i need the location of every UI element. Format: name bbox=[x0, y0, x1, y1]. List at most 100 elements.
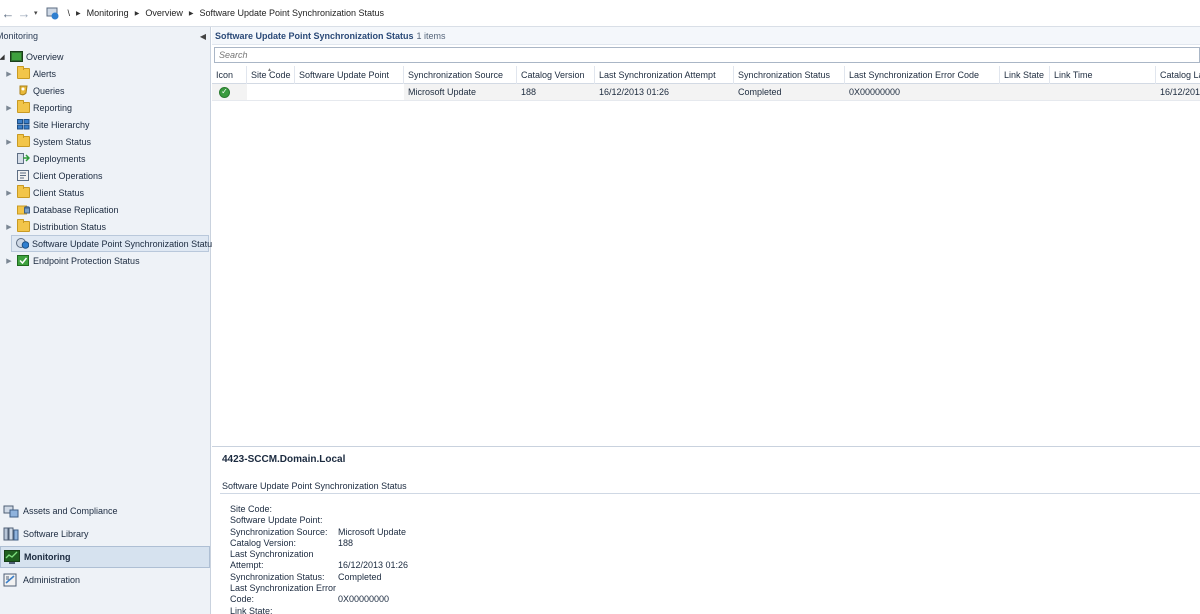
back-arrow-icon[interactable]: ← bbox=[0, 5, 16, 21]
breadcrumb-monitoring[interactable]: Monitoring bbox=[87, 8, 129, 18]
breadcrumb-separator-icon[interactable]: ▶ bbox=[135, 10, 140, 17]
property-value: 16/12/2013 01:26 bbox=[338, 560, 409, 571]
tree-item-label: Client Status bbox=[33, 187, 85, 198]
expand-arrow-icon[interactable]: ▶ bbox=[5, 70, 13, 78]
console-root-icon bbox=[46, 6, 60, 20]
property-value bbox=[338, 606, 530, 614]
breadcrumb: \ ▶ Monitoring ▶ Overview ▶ Software Upd… bbox=[64, 8, 385, 18]
tree-item-distribution-status[interactable]: ▶ Distribution Status bbox=[0, 218, 210, 235]
details-section-title: Software Update Point Synchronization St… bbox=[222, 481, 407, 491]
tree-item-overview[interactable]: ◢ Overview bbox=[0, 48, 210, 65]
expand-arrow-icon[interactable]: ▶ bbox=[5, 104, 13, 112]
navigation-pane-header: Monitoring ◀ bbox=[0, 27, 210, 45]
property-synchronization-source: Synchronization Source: Microsoft Update bbox=[230, 527, 530, 538]
table-row[interactable]: ✓ Microsoft Update 188 16/12/2013 01:26 … bbox=[212, 84, 1200, 101]
property-label-line: Last Synchronization Error bbox=[230, 583, 337, 594]
property-label: Last Synchronization Attempt: bbox=[230, 549, 338, 572]
queries-icon bbox=[17, 85, 30, 96]
cell-software-update-point bbox=[295, 84, 404, 100]
search-input[interactable] bbox=[219, 50, 1199, 60]
administration-icon bbox=[3, 573, 19, 587]
column-header-software-update-point[interactable]: Software Update Point bbox=[295, 66, 404, 84]
expand-arrow-icon[interactable]: ▶ bbox=[5, 223, 13, 231]
results-header: Software Update Point Synchronization St… bbox=[212, 27, 1200, 45]
workspace-label: Software Library bbox=[23, 529, 89, 539]
software-library-icon bbox=[3, 527, 19, 541]
breadcrumb-root[interactable]: \ bbox=[68, 8, 71, 18]
sort-ascending-icon: ▲ bbox=[267, 67, 272, 73]
details-host-title: 4423-SCCM.Domain.Local bbox=[222, 454, 346, 465]
cell-last-sync-attempt: 16/12/2013 01:26 bbox=[599, 87, 670, 97]
search-box[interactable] bbox=[214, 47, 1200, 63]
property-sync-status: Synchronization Status: Completed bbox=[230, 572, 530, 583]
breadcrumb-sup-sync-status[interactable]: Software Update Point Synchronization St… bbox=[199, 8, 384, 18]
expand-arrow-icon[interactable]: ◢ bbox=[0, 53, 6, 61]
tree-item-site-hierarchy[interactable]: Site Hierarchy bbox=[0, 116, 210, 133]
property-label-line: Code: bbox=[230, 594, 255, 605]
forward-arrow-icon[interactable]: → bbox=[16, 5, 32, 21]
column-header-link-time[interactable]: Link Time bbox=[1050, 66, 1156, 84]
tree-item-reporting[interactable]: ▶ Reporting bbox=[0, 99, 210, 116]
tree-item-client-operations[interactable]: Client Operations bbox=[0, 167, 210, 184]
workspace-assets-and-compliance[interactable]: Assets and Compliance bbox=[0, 500, 210, 522]
breadcrumb-separator-icon[interactable]: ▶ bbox=[189, 10, 194, 17]
column-header-catalog-last[interactable]: Catalog La bbox=[1156, 66, 1200, 84]
workspace-software-library[interactable]: Software Library bbox=[0, 523, 210, 545]
tree-item-label: Software Update Point Synchronization St… bbox=[32, 238, 217, 249]
deployments-icon bbox=[17, 153, 31, 164]
column-header-icon[interactable]: Icon bbox=[212, 66, 247, 84]
tree-item-client-status[interactable]: ▶ Client Status bbox=[0, 184, 210, 201]
cell-link-state bbox=[1000, 84, 1050, 100]
property-value: 188 bbox=[338, 537, 354, 548]
folder-icon bbox=[17, 219, 30, 232]
address-bar: ← → ▾ \ ▶ Monitoring ▶ Overview ▶ Softwa… bbox=[0, 0, 1200, 27]
column-header-link-state[interactable]: Link State bbox=[1000, 66, 1050, 84]
tree-item-queries[interactable]: Queries bbox=[0, 82, 210, 99]
workspace-label: Assets and Compliance bbox=[23, 506, 118, 516]
column-header-synchronization-source[interactable]: Synchronization Source bbox=[404, 66, 517, 84]
history-dropdown-icon[interactable]: ▾ bbox=[34, 9, 38, 17]
property-label: Site Code: bbox=[230, 504, 273, 514]
tree-item-label: Queries bbox=[33, 85, 65, 96]
property-value bbox=[338, 515, 530, 526]
property-label: Synchronization Source: bbox=[230, 526, 328, 537]
collapse-pane-icon[interactable]: ◀ bbox=[200, 32, 206, 41]
cell-synchronization-source: Microsoft Update bbox=[408, 87, 477, 97]
tree-item-label: Client Operations bbox=[33, 170, 103, 181]
grid-header: Icon ▲ Site Code Software Update Point Sy… bbox=[212, 66, 1200, 84]
tree-item-deployments[interactable]: Deployments bbox=[0, 150, 210, 167]
folder-icon bbox=[17, 66, 30, 79]
cell-catalog-version: 188 bbox=[521, 87, 537, 97]
tree-item-alerts[interactable]: ▶ Alerts bbox=[0, 65, 210, 82]
property-label: Link State: bbox=[230, 605, 273, 614]
expand-arrow-icon[interactable]: ▶ bbox=[5, 189, 13, 197]
navigation-pane-title: Monitoring bbox=[0, 31, 39, 41]
folder-icon bbox=[17, 134, 30, 147]
breadcrumb-separator-icon[interactable]: ▶ bbox=[76, 10, 81, 17]
workspace-administration[interactable]: Administration bbox=[0, 569, 210, 591]
column-header-last-sync-error-code[interactable]: Last Synchronization Error Code bbox=[845, 66, 1000, 84]
tree-item-label: Database Replication bbox=[33, 204, 119, 215]
property-last-sync-error-code: Last Synchronization Error Code: 0X000000… bbox=[230, 583, 530, 606]
column-header-catalog-version[interactable]: Catalog Version bbox=[517, 66, 595, 84]
tree-item-endpoint-protection-status[interactable]: ▶ Endpoint Protection Status bbox=[0, 252, 210, 269]
column-header-sync-status[interactable]: Synchronization Status bbox=[734, 66, 845, 84]
success-check-icon: ✓ bbox=[219, 86, 230, 98]
workspace-label: Administration bbox=[23, 575, 81, 585]
property-label: Software Update Point: bbox=[230, 515, 323, 526]
client-operations-icon bbox=[17, 170, 30, 181]
folder-icon bbox=[17, 100, 30, 113]
column-header-site-code[interactable]: ▲ Site Code bbox=[247, 66, 295, 84]
tree-item-database-replication[interactable]: Database Replication bbox=[0, 201, 210, 218]
details-properties: Site Code: Software Update Point: Synchr… bbox=[230, 504, 530, 614]
tree-item-sup-sync-status[interactable]: Software Update Point Synchronization St… bbox=[11, 235, 217, 252]
property-software-update-point: Software Update Point: bbox=[230, 515, 530, 526]
tree-item-system-status[interactable]: ▶ System Status bbox=[0, 133, 210, 150]
breadcrumb-overview[interactable]: Overview bbox=[145, 8, 183, 18]
workspace-label: Monitoring bbox=[24, 552, 71, 562]
column-header-last-sync-attempt[interactable]: Last Synchronization Attempt bbox=[595, 66, 734, 84]
property-value: Completed bbox=[338, 571, 382, 582]
expand-arrow-icon[interactable]: ▶ bbox=[5, 257, 13, 265]
expand-arrow-icon[interactable]: ▶ bbox=[5, 138, 13, 146]
workspace-monitoring[interactable]: Monitoring bbox=[0, 546, 210, 568]
